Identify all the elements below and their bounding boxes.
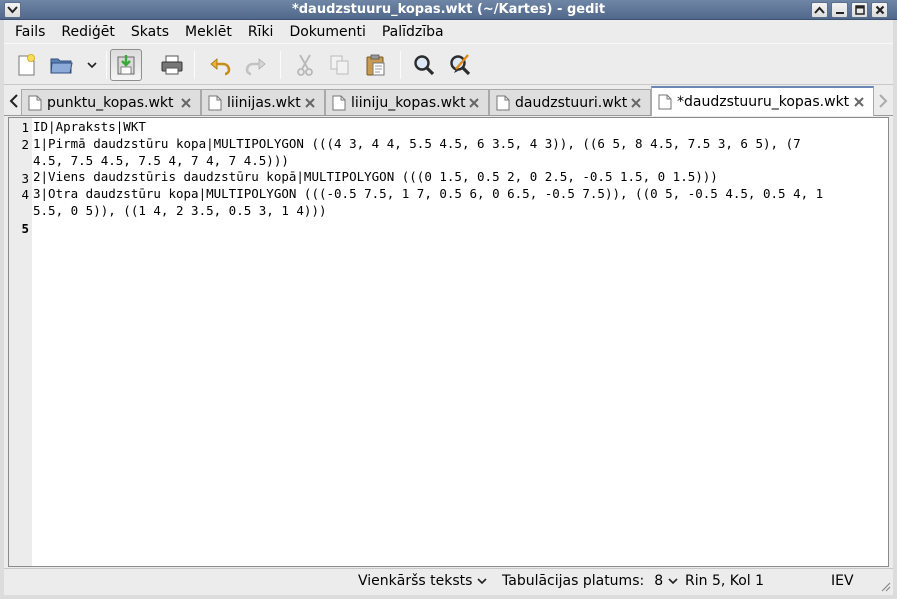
chevron-down-icon — [668, 578, 678, 585]
cut-icon — [297, 54, 313, 76]
tab-close-icon[interactable] — [468, 97, 480, 109]
tab-width-value: 8 — [654, 573, 664, 589]
tab-liiniju-kopas[interactable]: liiniju_kopas.wkt — [325, 89, 489, 115]
find-button[interactable] — [408, 49, 440, 81]
toolbar-separator — [106, 51, 107, 79]
menu-edit[interactable]: Rediģēt — [53, 24, 122, 40]
print-button[interactable] — [156, 49, 188, 81]
menu-help[interactable]: Palīdzība — [374, 24, 452, 40]
editor-content[interactable]: ID|Apraksts|WKT 1|Pirmā daudzstūru kopa|… — [33, 118, 883, 220]
tab-width-selector[interactable]: Tabulācijas platums: 8 — [502, 573, 679, 589]
tab-daudzstuuru-kopas[interactable]: *daudzstuuru_kopas.wkt — [651, 86, 874, 116]
language-selector[interactable]: Vienkāršs teksts — [358, 573, 488, 589]
tab-daudzstuuri[interactable]: daudzstuuri.wkt — [489, 89, 651, 115]
redo-icon — [245, 58, 266, 76]
window-title: *daudzstuuru_kopas.wkt (~/Kartes) - gedi… — [291, 2, 606, 17]
menu-bar: Fails Rediģēt Skats Meklēt Rīki Dokument… — [4, 21, 893, 43]
line-number-gutter: 1 2 3 4 5 — [9, 118, 32, 566]
resize-grip-icon[interactable] — [879, 580, 891, 592]
tab-liinijas[interactable]: liinijas.wkt — [201, 89, 325, 115]
document-icon — [208, 95, 222, 110]
minimize-icon[interactable] — [831, 2, 848, 18]
open-button[interactable] — [46, 49, 78, 81]
find-replace-button[interactable] — [444, 49, 476, 81]
cut-button[interactable] — [289, 49, 321, 81]
tab-label: liiniju_kopas.wkt — [351, 94, 466, 111]
tab-close-icon[interactable] — [853, 96, 865, 108]
insert-mode: IEV — [831, 573, 854, 589]
save-icon — [117, 55, 135, 75]
paste-button[interactable] — [360, 49, 392, 81]
line-number: 1 — [21, 120, 29, 135]
menu-search[interactable]: Meklēt — [177, 24, 240, 40]
copy-button[interactable] — [324, 49, 356, 81]
menu-tools[interactable]: Rīki — [240, 24, 282, 40]
code-line: 2|Viens daudzstūris daudzstūru kopā|MULT… — [33, 169, 718, 185]
menu-file[interactable]: Fails — [4, 24, 53, 40]
language-label: Vienkāršs teksts — [358, 573, 473, 589]
title-bar: *daudzstuuru_kopas.wkt (~/Kartes) - gedi… — [0, 0, 897, 20]
tab-close-icon[interactable] — [630, 97, 642, 109]
toolbar-separator — [400, 51, 401, 79]
line-number: 2 — [21, 137, 29, 152]
chevron-down-icon — [477, 578, 487, 585]
save-button[interactable] — [110, 49, 142, 81]
maximize-icon[interactable] — [851, 2, 868, 18]
redo-button[interactable] — [240, 49, 272, 81]
tab-scroll-right-icon[interactable] — [876, 92, 890, 110]
code-line: 1|Pirmā daudzstūru kopa|MULTIPOLYGON (((… — [33, 135, 801, 151]
find-icon — [414, 55, 435, 76]
shade-up-icon[interactable] — [811, 2, 828, 18]
print-icon — [161, 55, 183, 75]
paste-icon — [366, 54, 385, 76]
toolbar-separator — [194, 51, 195, 79]
undo-button[interactable] — [204, 49, 236, 81]
new-document-button[interactable] — [10, 49, 42, 81]
open-folder-icon — [50, 58, 73, 74]
current-line-number: 5 — [21, 221, 29, 236]
tab-close-icon[interactable] — [304, 97, 316, 109]
line-number: 3 — [21, 171, 29, 186]
document-icon — [332, 95, 346, 110]
tab-label: punktu_kopas.wkt — [47, 94, 174, 111]
line-number: 4 — [21, 187, 29, 202]
find-replace-icon — [450, 54, 471, 76]
close-icon[interactable] — [871, 2, 888, 18]
document-icon — [658, 94, 672, 110]
menu-documents[interactable]: Dokumenti — [281, 24, 373, 40]
tab-label: liinijas.wkt — [227, 94, 301, 111]
cursor-position: Rin 5, Kol 1 — [685, 573, 765, 589]
status-bar: Vienkāršs teksts Tabulācijas platums: 8 … — [4, 568, 893, 594]
code-line: ID|Apraksts|WKT — [33, 119, 146, 134]
document-icon — [28, 95, 42, 110]
code-line-wrap: 5.5, 0 5)), ((1 4, 2 3.5, 0.5 3, 1 4))) — [33, 202, 327, 218]
code-line-wrap: 4.5, 7.5 4.5, 7.5 4, 7 4, 7 4.5))) — [33, 152, 289, 168]
undo-icon — [210, 58, 231, 76]
tab-punktu-kopas[interactable]: punktu_kopas.wkt — [21, 89, 201, 115]
tab-close-icon[interactable] — [180, 97, 192, 109]
tab-bar: punktu_kopas.wkt liinijas.wkt liiniju_ko… — [4, 85, 893, 116]
menu-view[interactable]: Skats — [123, 24, 177, 40]
open-recent-dropdown-icon[interactable] — [84, 57, 100, 73]
tab-label: daudzstuuri.wkt — [515, 94, 628, 111]
tab-width-label: Tabulācijas platums: — [502, 573, 645, 589]
tab-scroll-left-icon[interactable] — [7, 92, 21, 110]
toolbar-separator — [280, 51, 281, 79]
toolbar — [4, 43, 893, 85]
tab-label: *daudzstuuru_kopas.wkt — [677, 94, 850, 110]
new-document-icon — [18, 54, 35, 76]
code-line: 3|Otra daudzstūru kopa|MULTIPOLYGON (((-… — [33, 186, 824, 202]
text-editor[interactable]: 1 2 3 4 5 ID|Apraksts|WKT 1|Pirmā daudzs… — [8, 117, 889, 567]
document-icon — [496, 95, 510, 110]
copy-icon — [330, 55, 349, 75]
